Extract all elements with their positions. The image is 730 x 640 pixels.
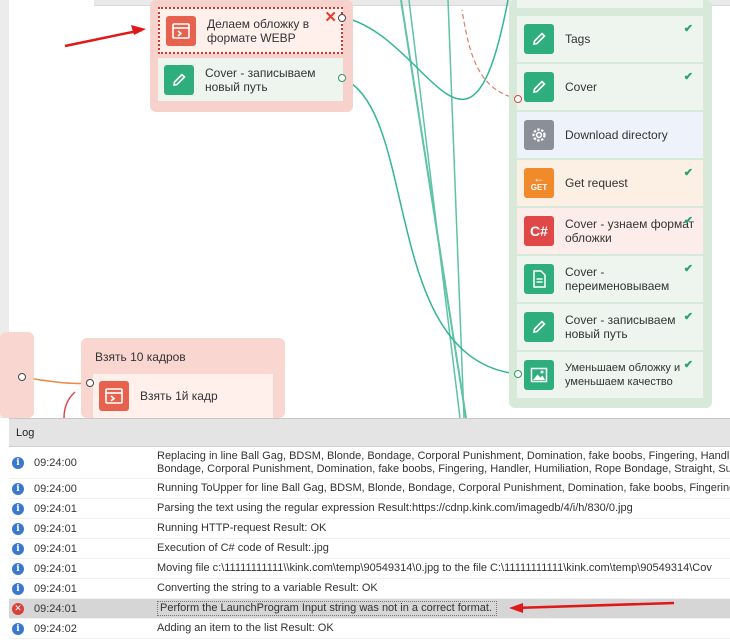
action-label: Cover - узнаем формат обложки [565,217,695,245]
csharp-icon: C# [524,216,554,246]
check-icon: ✔ [683,311,693,323]
action-label: Cover - записываем новый путь [205,65,316,94]
input-port[interactable] [86,379,94,387]
top-action-group[interactable]: Делаем обложку в формате WEBP ✕ Cover - … [150,0,353,112]
check-icon: ✔ [683,71,693,83]
check-icon: ✔ [683,23,693,35]
action-cover-rename[interactable]: Cover - переименовываем ✔ [517,256,703,302]
action-label: Tags [565,32,591,46]
file-icon [524,264,554,294]
pencil-icon [524,24,554,54]
action-cover[interactable]: Cover ✔ [517,64,703,110]
log-panel: Log i 09:24:00 Replacing in line Ball Ga… [9,418,730,639]
action-cover-new-path[interactable]: Cover - записываем новый путь [158,58,343,101]
check-icon: ✔ [683,167,693,179]
output-port[interactable] [338,74,346,82]
gear-icon [524,120,554,150]
action-label: Cover - переименовываем [565,265,670,293]
program-icon [166,15,196,46]
output-port[interactable] [18,373,26,381]
right-action-group[interactable]: Tags ✔ Cover ✔ Download directory ← GET G… [509,0,712,408]
get-icon: ← GET [524,168,554,198]
action-label: Download directory [565,128,668,142]
action-label: Делаем обложку в формате WEBP [207,16,310,45]
action-webp-cover[interactable]: Делаем обложку в формате WEBP ✕ [158,7,343,54]
program-icon [99,381,129,411]
get-icon-label: GET [530,183,548,192]
annotation-arrow [509,601,675,613]
check-icon: ✔ [683,263,693,275]
input-port[interactable] [338,14,346,22]
action-take-first-frame[interactable]: Взять 1й кадр [93,374,273,418]
pencil-icon [164,64,194,95]
left-action-group[interactable] [0,332,34,418]
action-label: Cover [565,80,598,94]
action-cover-detect-format[interactable]: C# Cover - узнаем формат обложки ✔ [517,208,703,254]
arrow-left-icon: ← [533,171,545,185]
workflow-canvas[interactable]: Делаем обложку в формате WEBP ✕ Cover - … [0,0,730,418]
pencil-icon [524,72,554,102]
close-icon[interactable]: ✕ [324,10,337,25]
input-port[interactable] [514,95,522,103]
take-frames-group[interactable]: Взять 10 кадров Взять 1й кадр [81,338,285,418]
action-partial[interactable] [517,0,703,8]
check-icon: ✔ [683,359,693,371]
input-port[interactable] [514,370,522,378]
action-cover-write-path[interactable]: Cover - записываем новый путь ✔ [517,304,703,350]
action-resize-cover[interactable]: Уменьшаем обложку и уменьшаем качество ✔ [517,352,703,398]
action-label: Взять 1й кадр [140,389,218,403]
action-tags[interactable]: Tags ✔ [517,16,703,62]
image-icon [524,360,554,390]
action-download-directory[interactable]: Download directory [517,112,703,158]
group-title: Взять 10 кадров [95,350,186,364]
check-icon: ✔ [683,215,693,227]
action-get-request[interactable]: ← GET Get request ✔ [517,160,703,206]
action-label: Get request [565,176,628,190]
pencil-icon [524,312,554,342]
action-label: Cover - записываем новый путь [565,313,676,341]
action-label: Уменьшаем обложку и уменьшаем качество [565,362,681,388]
